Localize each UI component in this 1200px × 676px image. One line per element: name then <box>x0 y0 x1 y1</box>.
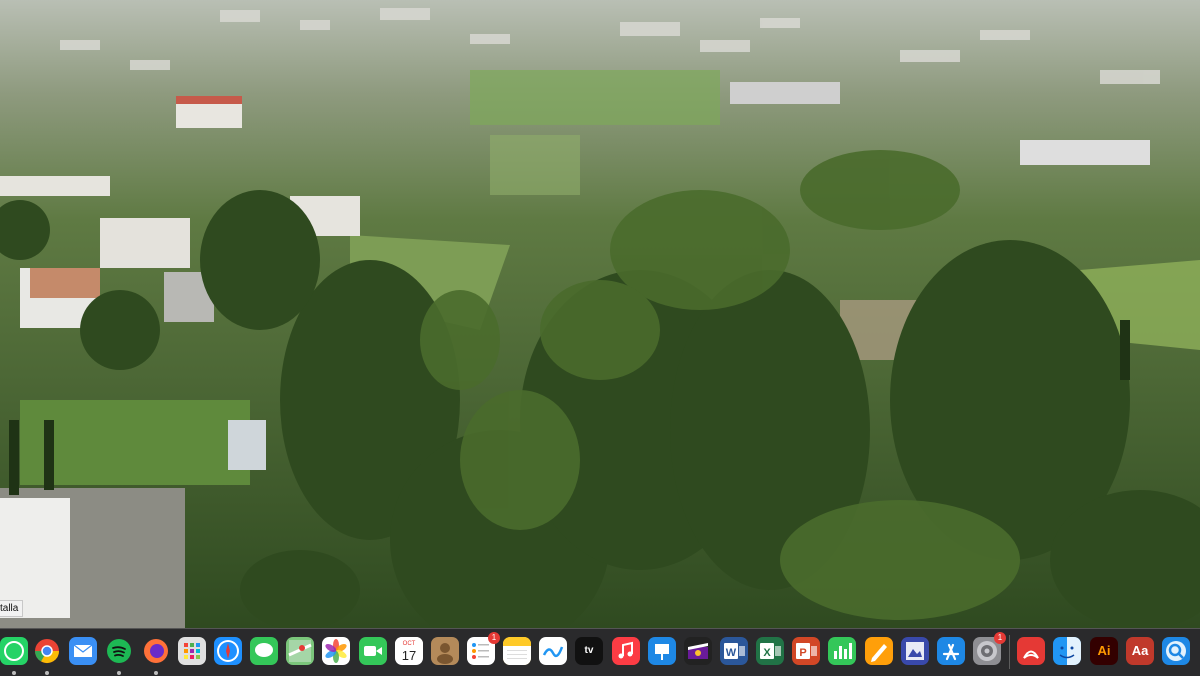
maps-icon <box>288 640 312 662</box>
svg-text:P: P <box>799 647 806 659</box>
dock-item-firefox[interactable] <box>142 637 170 665</box>
dock-item-finder[interactable] <box>1053 637 1081 665</box>
dock-item-freeform[interactable] <box>539 637 567 665</box>
dock-item-excel[interactable]: X <box>756 637 784 665</box>
preview-icon <box>906 642 924 660</box>
dock-item-preview[interactable] <box>901 637 929 665</box>
pages-icon <box>871 644 887 662</box>
facetime-icon <box>364 646 382 656</box>
dock-item-dictionary[interactable]: Aa <box>1126 637 1154 665</box>
dock-item-chrome[interactable] <box>33 637 61 665</box>
keynote-icon <box>655 644 669 660</box>
dock-item-pages[interactable] <box>865 637 893 665</box>
spotify-icon <box>107 639 131 663</box>
music-icon <box>618 641 633 659</box>
aerial-photo <box>0 0 1200 628</box>
dock-item-safari[interactable] <box>214 637 242 665</box>
finder-icon <box>1059 637 1081 665</box>
dock-item-quicktime[interactable] <box>1162 637 1190 665</box>
dock-item-launchpad[interactable] <box>178 637 206 665</box>
whatsapp-icon <box>4 641 24 661</box>
quicktime-icon <box>1166 641 1186 661</box>
svg-text:X: X <box>763 647 771 659</box>
tooltip: talla <box>0 600 24 617</box>
running-indicator <box>117 671 121 675</box>
calendar-day: 17 <box>402 648 416 663</box>
notes-icon <box>503 637 531 665</box>
tv-label: tv <box>584 645 594 656</box>
messages-icon <box>255 643 273 657</box>
chrome-icon <box>34 639 59 664</box>
system-settings-badge: 1 <box>994 632 1006 644</box>
contacts-icon <box>437 643 453 664</box>
dock-item-word[interactable]: W <box>720 637 748 665</box>
dock-item-mail[interactable] <box>69 637 97 665</box>
dock-item-whatsapp[interactable] <box>0 637 28 665</box>
svg-text:W: W <box>726 647 737 659</box>
dock: OCT 17 1 tv W X P 1 Ai Aa <box>0 628 1200 676</box>
dock-item-spotify[interactable] <box>105 637 133 665</box>
dock-item-illustrator[interactable]: Ai <box>1090 637 1118 665</box>
photo-viewer: talla <box>0 0 1200 628</box>
dock-item-app-store[interactable] <box>937 637 965 665</box>
running-indicator <box>154 671 158 675</box>
app-store-icon <box>942 643 960 661</box>
dock-item-maps[interactable] <box>286 637 314 665</box>
running-indicator <box>45 671 49 675</box>
imovie-icon <box>688 643 708 659</box>
freeform-icon <box>542 646 564 658</box>
dock-separator <box>1009 635 1010 669</box>
firefox-icon <box>144 639 168 663</box>
dock-item-facetime[interactable] <box>359 637 387 665</box>
reminders-badge: 1 <box>488 632 500 644</box>
dock-item-powerpoint[interactable]: P <box>792 637 820 665</box>
dock-item-contacts[interactable] <box>431 637 459 665</box>
dock-item-calendar[interactable]: OCT 17 <box>395 637 423 665</box>
acrobat-icon <box>1023 650 1039 659</box>
illustrator-label: Ai <box>1097 643 1111 658</box>
calendar-icon: OCT17 <box>395 637 423 663</box>
dock-item-keynote[interactable] <box>648 637 676 665</box>
dock-item-photos[interactable] <box>322 637 350 665</box>
dock-item-music[interactable] <box>612 637 640 665</box>
numbers-icon <box>834 643 852 659</box>
running-indicator <box>12 671 16 675</box>
excel-icon: X <box>760 643 781 659</box>
word-icon: W <box>724 643 745 659</box>
dock-item-notes[interactable] <box>503 637 531 665</box>
dock-item-tv[interactable]: tv <box>575 637 603 665</box>
safari-icon <box>217 640 239 662</box>
dock-item-acrobat[interactable] <box>1017 637 1045 665</box>
mail-icon <box>73 644 93 657</box>
launchpad-icon <box>184 643 200 659</box>
dock-item-imovie[interactable] <box>684 637 712 665</box>
dock-item-numbers[interactable] <box>828 637 856 665</box>
calendar-month: OCT <box>403 641 416 647</box>
photos-icon <box>325 639 347 663</box>
dictionary-label: Aa <box>1131 643 1149 658</box>
powerpoint-icon: P <box>796 643 817 659</box>
dock-item-messages[interactable] <box>250 637 278 665</box>
